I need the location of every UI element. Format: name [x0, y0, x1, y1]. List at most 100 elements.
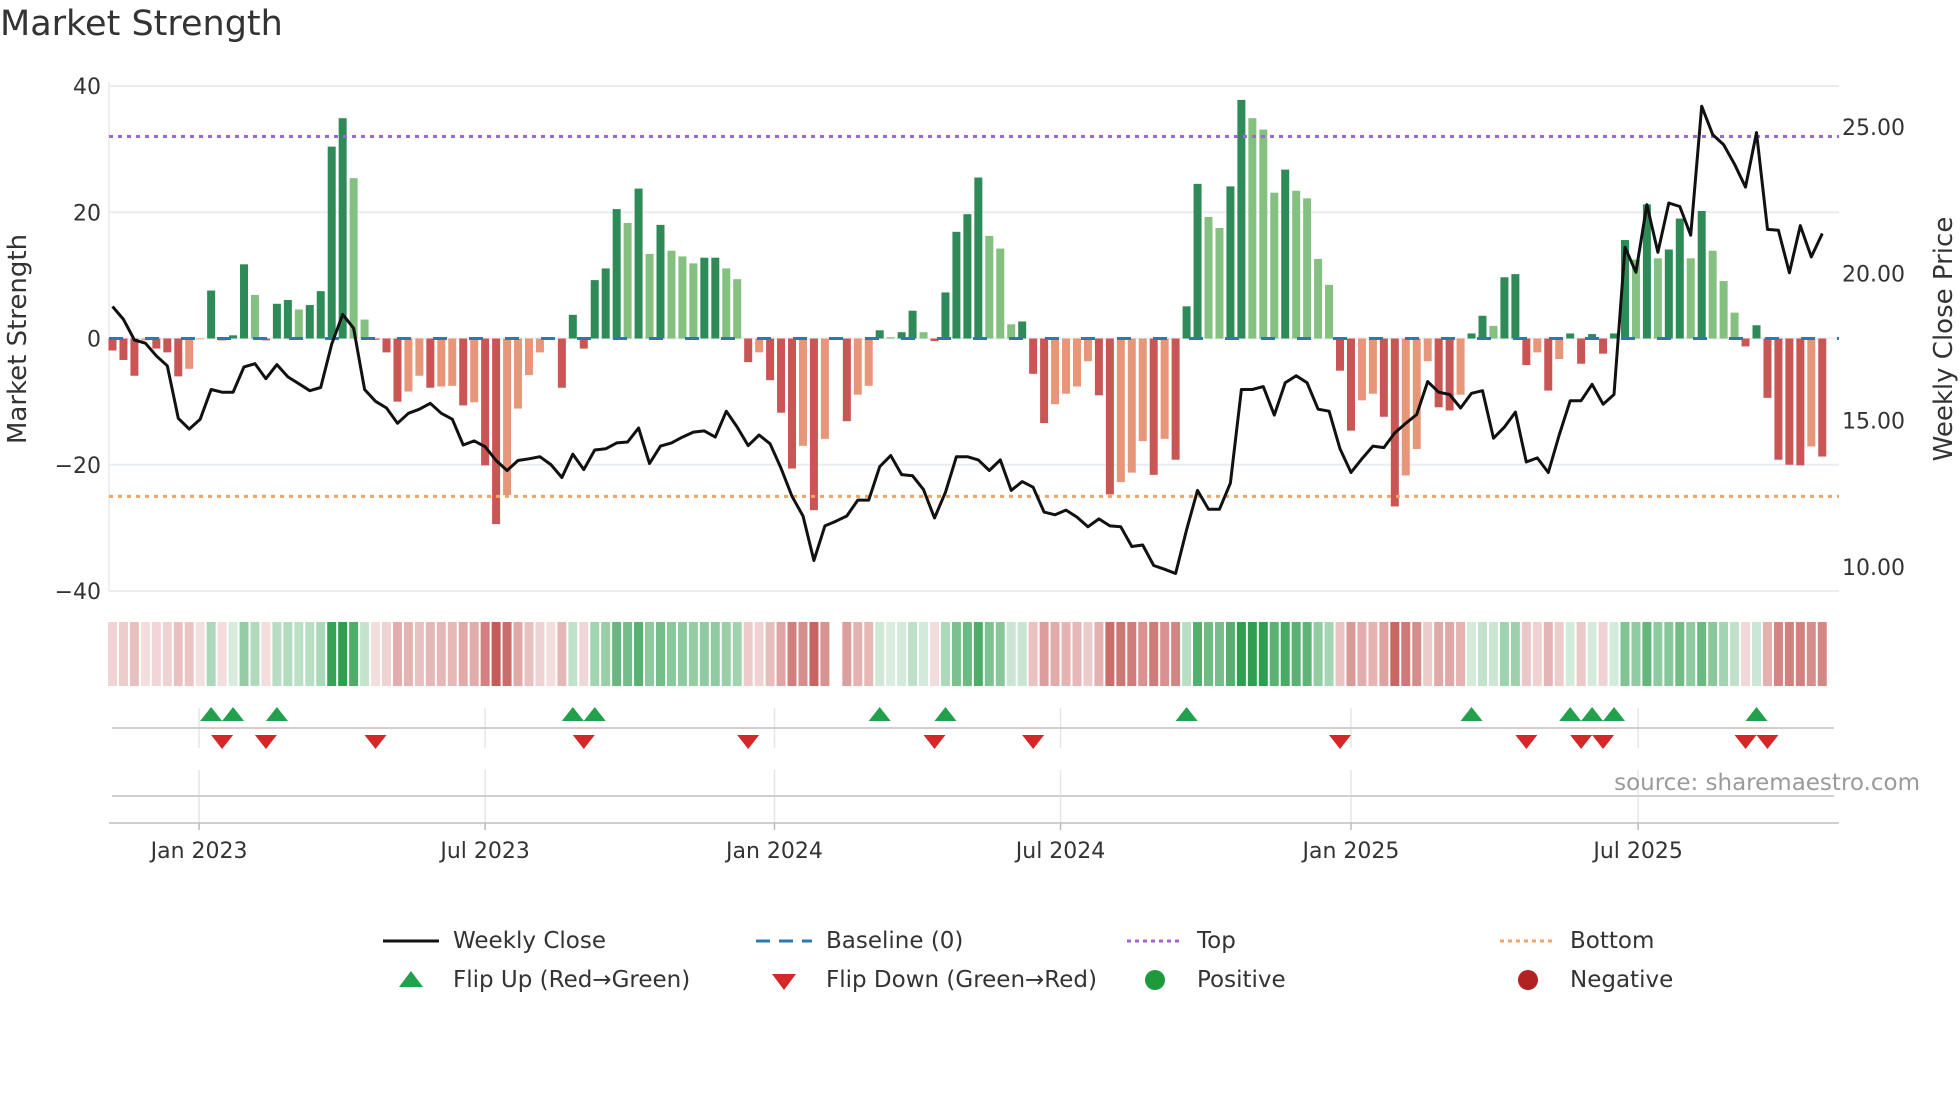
heat-cell [831, 622, 841, 686]
strength-bar [941, 292, 950, 339]
strength-bar [316, 291, 325, 339]
strength-bar [667, 250, 676, 339]
heat-cell [1302, 622, 1312, 686]
heat-cell [1488, 622, 1498, 686]
triangle-down-icon [772, 974, 796, 990]
heat-cell [1039, 622, 1049, 686]
heat-cell [480, 622, 490, 686]
heat-cell [140, 622, 150, 686]
heat-cell [787, 622, 797, 686]
x-tick-label: Jan 2025 [1301, 839, 1400, 864]
strength-bar [1040, 338, 1049, 424]
strength-bar [1719, 281, 1728, 339]
heat-cell [1587, 622, 1597, 686]
heat-cell [1456, 622, 1466, 686]
legend-label: Top [1197, 928, 1236, 954]
heat-cell [316, 622, 326, 686]
strength-bar [645, 253, 654, 339]
heat-cell [1017, 622, 1027, 686]
heat-cell [447, 622, 457, 686]
heat-cell [217, 622, 227, 686]
heat-cell [1083, 622, 1093, 686]
heat-cell [1565, 622, 1575, 686]
strength-bar [1127, 338, 1136, 473]
strength-bar [820, 338, 829, 439]
strength-bar [1478, 315, 1487, 339]
strength-bar [1555, 338, 1564, 360]
heat-cell [1664, 622, 1674, 686]
legend-top: Top [1125, 928, 1236, 954]
strength-bar [1259, 129, 1268, 339]
heat-cell [1061, 622, 1071, 686]
dotted-line-icon [1500, 939, 1556, 943]
heat-cell [1598, 622, 1608, 686]
strength-bar [119, 338, 128, 360]
strength-bar [1675, 218, 1684, 339]
circle-icon [1518, 970, 1538, 990]
strength-bar [130, 338, 139, 376]
strength-bar [601, 268, 610, 339]
strength-bar [634, 188, 643, 339]
strength-bar [788, 338, 797, 469]
heat-cell [1817, 622, 1827, 686]
strength-bar [798, 338, 807, 446]
legend-label: Weekly Close [453, 928, 606, 954]
heat-cell [743, 622, 753, 686]
flip-up-marker [1460, 707, 1483, 721]
heat-cell [1576, 622, 1586, 686]
strength-bar [842, 338, 851, 422]
heat-cell [206, 622, 216, 686]
strength-bar [1577, 338, 1586, 364]
flip-up-marker [561, 707, 584, 721]
strength-bar [1018, 321, 1027, 339]
heat-cell [1094, 622, 1104, 686]
strength-bar [196, 338, 205, 340]
strength-bar [1566, 333, 1575, 339]
heat-cell [1554, 622, 1564, 686]
flip-down-marker [211, 735, 234, 749]
heat-cell [524, 622, 534, 686]
strength-bar [393, 338, 402, 402]
heat-cell [491, 622, 501, 686]
legend-label: Bottom [1570, 928, 1655, 954]
heat-cell [108, 622, 117, 686]
heat-cell [1499, 622, 1509, 686]
heat-cell [919, 622, 929, 686]
strength-bar [766, 338, 775, 381]
heat-cell [1445, 622, 1455, 686]
strength-bar [1368, 338, 1377, 394]
strength-bar [349, 178, 358, 339]
heat-cell [1050, 622, 1060, 686]
legend-label: Flip Down (Green→Red) [826, 967, 1097, 993]
strength-bar [1336, 338, 1345, 371]
flip-up-marker [222, 707, 245, 721]
heat-cell [1105, 622, 1115, 686]
heat-cell [1214, 622, 1224, 686]
y2-tick-label: 20.00 [1842, 263, 1905, 288]
heat-cell [1543, 622, 1553, 686]
strength-bar [678, 256, 687, 339]
strength-bar [1138, 338, 1147, 442]
flip-up-marker [1745, 707, 1768, 721]
strength-bar [579, 338, 588, 349]
heat-cell [1467, 622, 1477, 686]
x-tick-label: Jul 2025 [1591, 839, 1683, 864]
strength-bar [1105, 338, 1114, 495]
strength-bar [1149, 338, 1158, 475]
heat-cell [1434, 622, 1444, 686]
legend-label: Positive [1197, 967, 1286, 993]
strength-bar [360, 319, 369, 339]
heat-cell [118, 622, 128, 686]
heat-cell [1324, 622, 1334, 686]
legend-flip-up: Flip Up (Red→Green) [381, 967, 690, 993]
heat-cell [1412, 622, 1422, 686]
heat-cell [1697, 622, 1707, 686]
heat-cell [623, 622, 633, 686]
heat-cell [601, 622, 611, 686]
heat-cell [1127, 622, 1137, 686]
heat-cell [820, 622, 830, 686]
heat-cell [1116, 622, 1126, 686]
strength-bar [1730, 312, 1739, 339]
strength-bar [283, 299, 292, 339]
heat-cell [1532, 622, 1542, 686]
